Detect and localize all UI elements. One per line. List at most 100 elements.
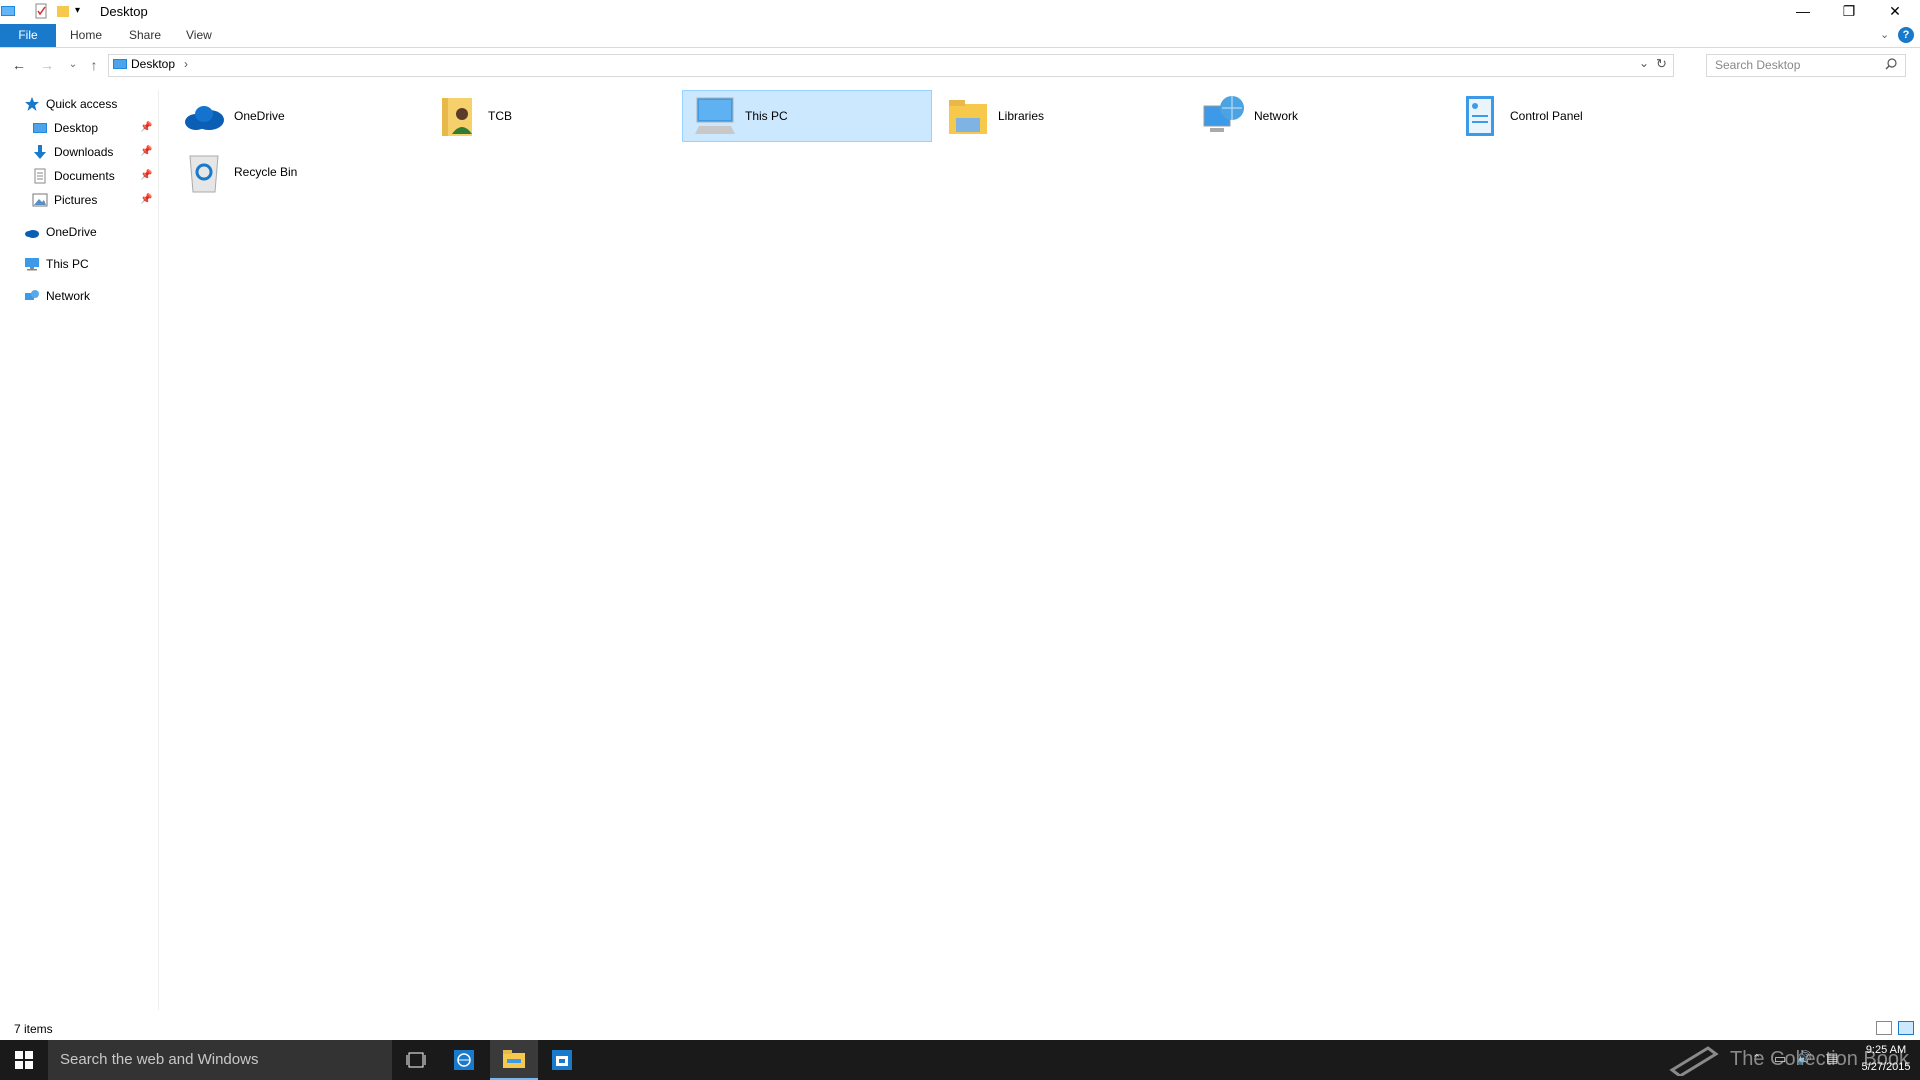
item-label: Network bbox=[1254, 109, 1299, 123]
nav-onedrive-label: OneDrive bbox=[46, 225, 97, 239]
nav-downloads[interactable]: Downloads bbox=[32, 141, 113, 163]
pin-icon[interactable]: 📌 bbox=[140, 122, 152, 133]
large-icons-view-icon[interactable] bbox=[1898, 1021, 1914, 1035]
onedrive-icon bbox=[24, 224, 40, 240]
nav-network[interactable]: Network bbox=[24, 285, 90, 307]
task-view-icon bbox=[406, 1052, 426, 1068]
refresh-icon[interactable]: ↻ bbox=[1656, 56, 1667, 72]
taskbar-store-button[interactable] bbox=[538, 1040, 586, 1080]
nav-downloads-label: Downloads bbox=[54, 145, 114, 159]
item-recycle-bin[interactable]: Recycle Bin bbox=[172, 146, 422, 198]
back-arrow-icon[interactable]: ← bbox=[9, 56, 29, 74]
task-view-button[interactable] bbox=[392, 1040, 440, 1080]
address-path[interactable]: Desktop bbox=[131, 57, 175, 71]
address-bar[interactable]: Desktop › ⌄ ↻ bbox=[108, 54, 1674, 77]
help-icon[interactable]: ? bbox=[1898, 27, 1914, 43]
taskbar-browser-button[interactable] bbox=[440, 1040, 488, 1080]
search-box[interactable]: Search Desktop bbox=[1706, 54, 1906, 77]
documents-icon bbox=[32, 168, 48, 184]
store-icon bbox=[552, 1050, 572, 1070]
up-arrow-icon[interactable]: ↑ bbox=[84, 56, 104, 74]
item-count: 7 items bbox=[14, 1022, 53, 1036]
nav-documents-label: Documents bbox=[54, 169, 115, 183]
app-icon[interactable] bbox=[0, 3, 16, 19]
new-folder-icon[interactable] bbox=[55, 3, 71, 19]
network-tray-icon[interactable]: ▭ bbox=[1774, 1051, 1786, 1067]
properties-icon[interactable] bbox=[33, 3, 49, 19]
close-button[interactable]: ✕ bbox=[1872, 0, 1918, 22]
address-dropdown-icon[interactable]: ⌄ bbox=[1639, 56, 1649, 70]
nav-this-pc-label: This PC bbox=[46, 257, 89, 271]
desktop-location-icon bbox=[112, 58, 128, 75]
title-bar: ▾ Desktop — ❐ ✕ bbox=[0, 0, 1920, 24]
taskbar-search-text: Search the web and Windows bbox=[60, 1051, 259, 1068]
expand-ribbon-chevron-icon[interactable]: ⌄ bbox=[1880, 28, 1889, 41]
pin-icon[interactable]: 📌 bbox=[140, 194, 152, 205]
recycle-bin-icon bbox=[182, 150, 226, 194]
download-icon bbox=[32, 144, 48, 160]
star-icon bbox=[24, 96, 40, 112]
nav-onedrive[interactable]: OneDrive bbox=[24, 221, 97, 243]
customize-toolbar-chevron-icon[interactable]: ▾ bbox=[75, 3, 91, 19]
taskbar: Search the web and Windows The Collectio… bbox=[0, 1040, 1920, 1080]
onedrive-icon bbox=[182, 94, 226, 138]
file-explorer-icon bbox=[503, 1050, 525, 1068]
forward-arrow-icon[interactable]: → bbox=[37, 56, 57, 74]
breadcrumb-separator-icon[interactable]: › bbox=[184, 57, 188, 71]
desktop-icon bbox=[32, 120, 48, 136]
nav-pictures[interactable]: Pictures bbox=[32, 189, 97, 211]
network-icon bbox=[24, 288, 40, 304]
item-label: TCB bbox=[488, 109, 512, 123]
pictures-icon bbox=[32, 192, 48, 208]
tab-share[interactable]: Share bbox=[115, 24, 175, 47]
pin-icon[interactable]: 📌 bbox=[140, 170, 152, 181]
item-this-pc[interactable]: This PC bbox=[682, 90, 932, 142]
tray-time[interactable]: 9:25 AM bbox=[1856, 1044, 1916, 1056]
status-bar: 7 items bbox=[0, 1018, 1920, 1040]
action-center-icon[interactable]: ▤ bbox=[1826, 1050, 1838, 1066]
start-button[interactable] bbox=[0, 1040, 48, 1080]
item-onedrive[interactable]: OneDrive bbox=[172, 90, 422, 142]
minimize-button[interactable]: — bbox=[1780, 0, 1826, 22]
nav-desktop-label: Desktop bbox=[54, 121, 99, 135]
tray-date[interactable]: 5/27/2015 bbox=[1856, 1061, 1916, 1073]
volume-icon[interactable]: 🔊 bbox=[1796, 1050, 1812, 1066]
nav-quick-access[interactable]: Quick access bbox=[24, 93, 117, 115]
search-icon[interactable] bbox=[1885, 58, 1897, 73]
this-pc-icon bbox=[693, 94, 737, 138]
navigation-pane: Quick access Desktop 📌 Downloads 📌 Docum… bbox=[0, 90, 159, 1010]
tab-view[interactable]: View bbox=[172, 24, 226, 47]
item-tcb[interactable]: TCB bbox=[426, 90, 676, 142]
item-control-panel[interactable]: Control Panel bbox=[1448, 90, 1698, 142]
window-title: Desktop bbox=[100, 4, 148, 19]
nav-desktop[interactable]: Desktop bbox=[32, 117, 98, 139]
show-hidden-icons-icon[interactable]: ⌃ bbox=[1752, 1052, 1761, 1065]
nav-network-label: Network bbox=[46, 289, 91, 303]
restore-button[interactable]: ❐ bbox=[1826, 0, 1872, 22]
item-label: This PC bbox=[745, 109, 788, 123]
item-label: Control Panel bbox=[1510, 109, 1583, 123]
item-libraries[interactable]: Libraries bbox=[936, 90, 1186, 142]
recent-locations-chevron-icon[interactable]: ⌄ bbox=[63, 56, 83, 74]
windows-logo-icon bbox=[15, 1051, 33, 1069]
network-icon bbox=[1202, 94, 1246, 138]
pin-icon[interactable]: 📌 bbox=[140, 146, 152, 157]
taskbar-file-explorer-button[interactable] bbox=[490, 1040, 538, 1080]
tab-file[interactable]: File bbox=[0, 24, 56, 47]
taskbar-search-box[interactable]: Search the web and Windows bbox=[48, 1040, 392, 1080]
nav-this-pc[interactable]: This PC bbox=[24, 253, 89, 275]
tab-home[interactable]: Home bbox=[56, 24, 116, 47]
details-view-icon[interactable] bbox=[1876, 1021, 1892, 1035]
this-pc-icon bbox=[24, 256, 40, 272]
search-placeholder: Search Desktop bbox=[1715, 58, 1801, 72]
item-network[interactable]: Network bbox=[1192, 90, 1442, 142]
ribbon-tabs: File Home Share View ⌄ ? bbox=[0, 24, 1920, 48]
browser-icon bbox=[454, 1050, 474, 1070]
nav-pictures-label: Pictures bbox=[54, 193, 98, 207]
nav-quick-access-label: Quick access bbox=[46, 97, 118, 111]
book-watermark-icon bbox=[1668, 1044, 1720, 1079]
item-label: Recycle Bin bbox=[234, 165, 298, 179]
nav-documents[interactable]: Documents bbox=[32, 165, 115, 187]
item-label: Libraries bbox=[998, 109, 1045, 123]
control-panel-icon bbox=[1458, 94, 1502, 138]
